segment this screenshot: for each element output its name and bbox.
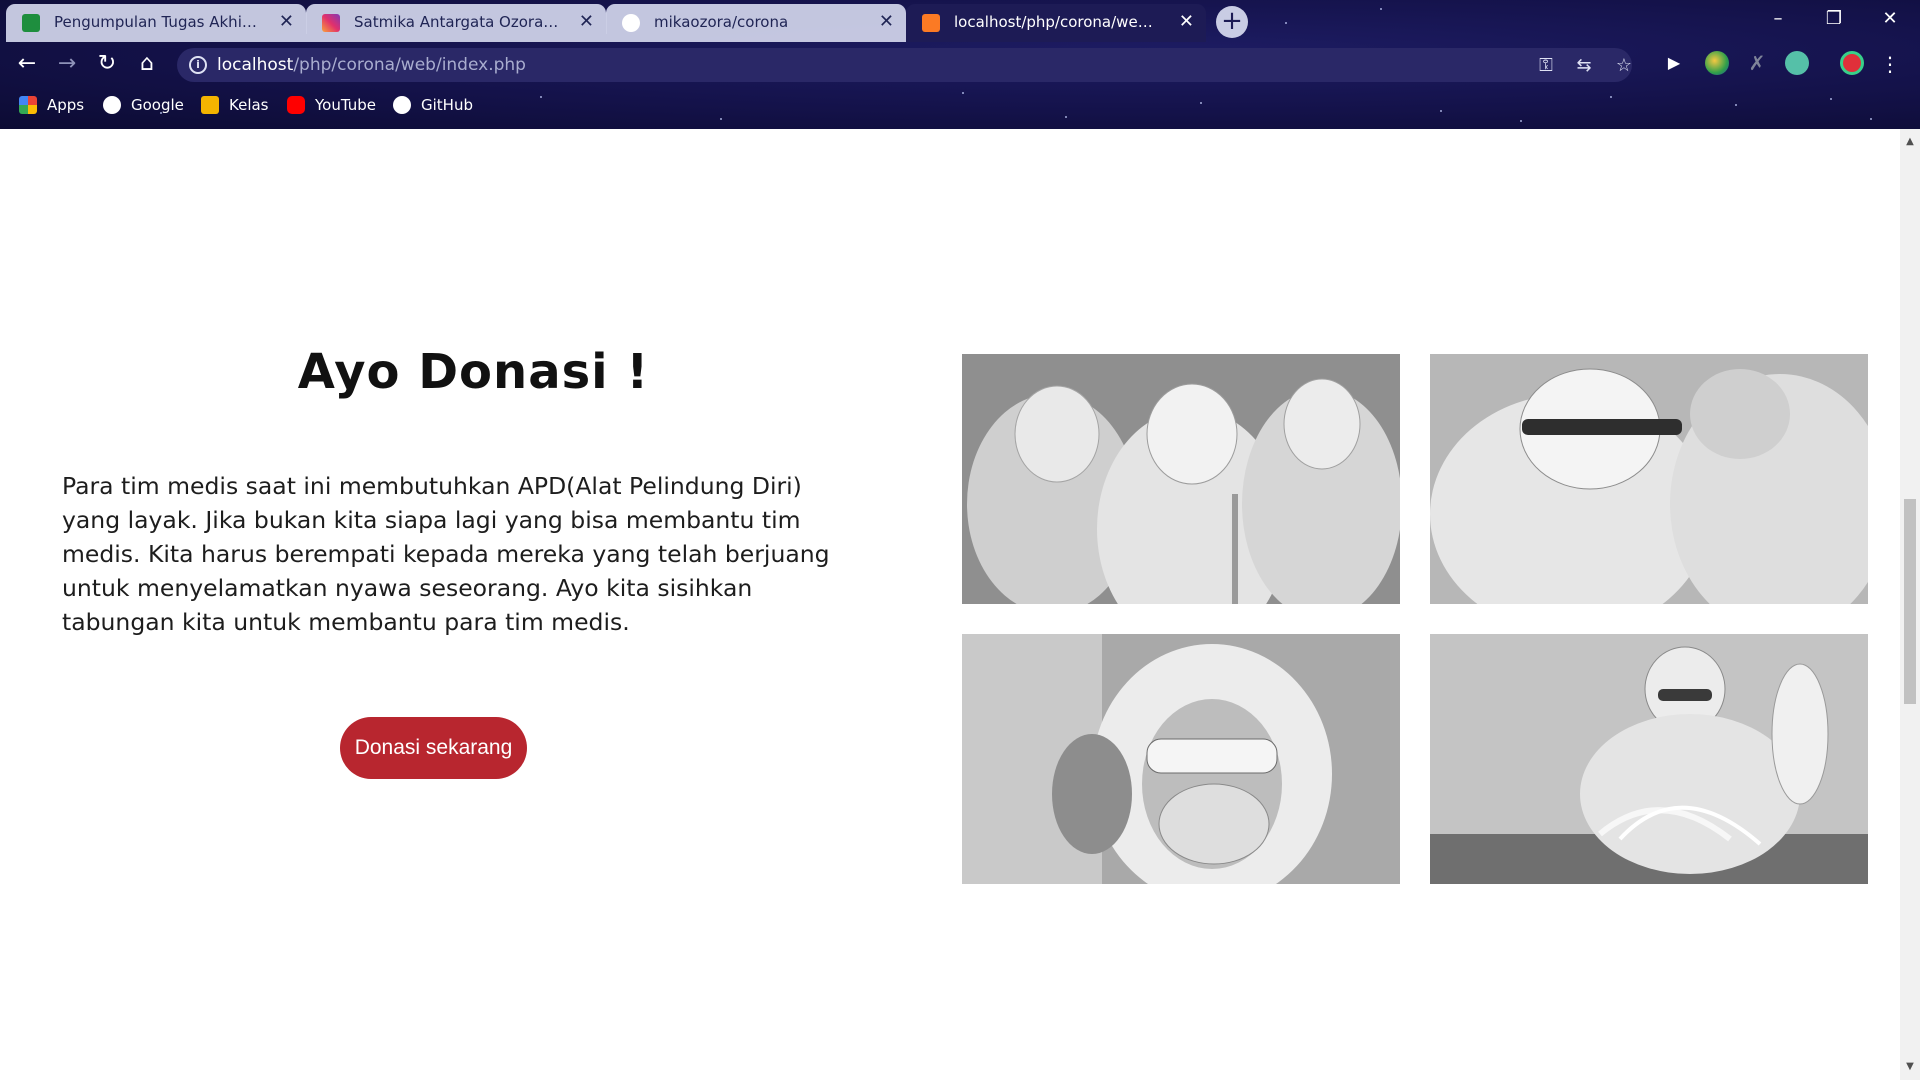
bookmark-label: Google	[131, 96, 184, 114]
close-tab-icon[interactable]: ✕	[279, 4, 294, 40]
close-tab-icon[interactable]: ✕	[1179, 4, 1194, 40]
github-icon	[393, 96, 411, 114]
key-icon[interactable]: ⚿	[1535, 55, 1557, 77]
page-scrollbar[interactable]: ▲ ▼	[1900, 129, 1920, 1080]
bookmark-star-icon[interactable]: ☆	[1613, 55, 1635, 77]
tab-title: localhost/php/corona/web/index.php	[954, 13, 1159, 31]
translate-icon[interactable]: ⇆	[1573, 55, 1595, 77]
bookmark-youtube[interactable]: YouTube	[287, 92, 376, 118]
classroom-icon	[201, 96, 219, 114]
youtube-icon	[287, 96, 305, 114]
bookmark-apps[interactable]: Apps	[19, 92, 84, 118]
tab-github-repo[interactable]: mikaozora/corona ✕	[606, 4, 906, 42]
scroll-up-arrow-icon[interactable]: ▲	[1905, 137, 1915, 147]
close-tab-icon[interactable]: ✕	[879, 4, 894, 40]
photo-worker-making-masks	[1430, 634, 1868, 884]
restore-window-icon[interactable]: ❐	[1806, 0, 1862, 40]
home-icon[interactable]: ⌂	[133, 50, 161, 78]
address-bar[interactable]: i localhost/php/corona/web/index.php ⚿ ⇆…	[177, 48, 1632, 82]
site-info-icon[interactable]: i	[189, 56, 207, 74]
apps-grid-icon	[19, 96, 37, 114]
tab-tugas-akhir[interactable]: Pengumpulan Tugas Akhir Web ✕	[6, 4, 307, 42]
photo-medics-face-shields	[962, 354, 1400, 604]
tab-title: Satmika Antargata Ozora (@antargata)	[354, 13, 559, 31]
photo-medic-face-shield-closeup	[1430, 354, 1868, 604]
tab-title: mikaozora/corona	[654, 13, 789, 31]
back-arrow-icon[interactable]: ←	[13, 50, 41, 78]
instagram-favicon-icon	[322, 14, 340, 32]
bookmark-label: Apps	[47, 96, 85, 114]
profile-avatar[interactable]	[1840, 51, 1864, 75]
tab-localhost-active[interactable]: localhost/php/corona/web/index.php ✕	[906, 4, 1206, 42]
scroll-down-arrow-icon[interactable]: ▼	[1905, 1062, 1915, 1072]
donate-now-button[interactable]: Donasi sekarang	[340, 717, 527, 779]
cast-play-icon[interactable]: ▶	[1662, 51, 1686, 75]
bookmark-label: GitHub	[421, 96, 473, 114]
bookmarks-bar: Apps Google Kelas YouTube GitHub	[0, 90, 1920, 120]
classroom-favicon-icon	[22, 14, 40, 32]
xampp-favicon-icon	[922, 14, 940, 32]
bookmark-label: Kelas	[229, 96, 269, 114]
url-path: /php/corona/web/index.php	[293, 55, 526, 75]
forward-arrow-icon[interactable]: →	[53, 50, 81, 78]
bookmark-kelas[interactable]: Kelas	[201, 92, 269, 118]
minimize-window-icon[interactable]: –	[1750, 0, 1806, 40]
bookmark-label: YouTube	[315, 96, 376, 114]
extension-x-icon[interactable]: ✗	[1745, 51, 1769, 75]
tab-instagram[interactable]: Satmika Antargata Ozora (@antargata) ✕	[306, 4, 607, 42]
photo-medic-goggles-mask	[962, 634, 1400, 884]
reload-icon[interactable]: ↻	[93, 50, 121, 78]
browser-toolbar: ← → ↻ ⌂ i localhost/php/corona/web/index…	[0, 42, 1920, 86]
tab-strip: Pengumpulan Tugas Akhir Web ✕ Satmika An…	[0, 0, 1920, 42]
scrollbar-thumb[interactable]	[1904, 499, 1916, 704]
browser-chrome: Pengumpulan Tugas Akhir Web ✕ Satmika An…	[0, 0, 1920, 129]
close-tab-icon[interactable]: ✕	[579, 4, 594, 40]
close-window-icon[interactable]: ✕	[1862, 0, 1918, 40]
bookmark-github[interactable]: GitHub	[393, 92, 473, 118]
url-host: localhost	[217, 55, 294, 75]
extension-tampermonkey-icon[interactable]	[1785, 51, 1809, 75]
extension-globe-icon[interactable]	[1705, 51, 1729, 75]
bookmark-google[interactable]: Google	[103, 92, 184, 118]
google-icon	[103, 96, 121, 114]
donation-description: Para tim medis saat ini membutuhkan APD(…	[62, 472, 830, 636]
page-viewport: Ayo Donasi ! Para tim medis saat ini mem…	[0, 129, 1900, 1080]
page-title: Ayo Donasi !	[297, 344, 650, 400]
new-tab-button[interactable]: +	[1216, 6, 1248, 38]
browser-menu-icon[interactable]: ⋮	[1880, 50, 1900, 78]
github-favicon-icon	[622, 14, 640, 32]
tab-title: Pengumpulan Tugas Akhir Web	[54, 13, 259, 31]
